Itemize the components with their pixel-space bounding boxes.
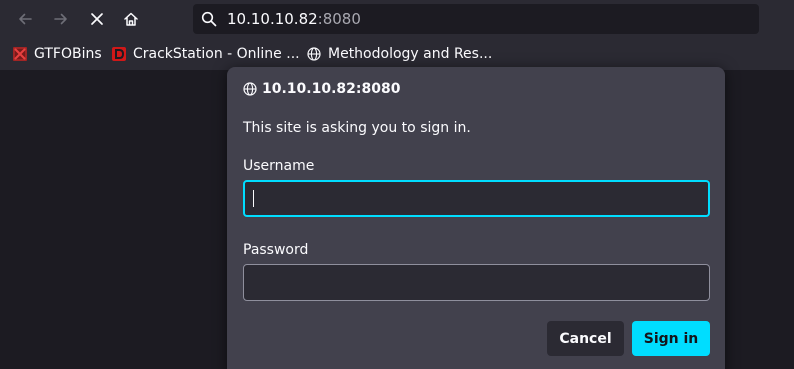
url-bar[interactable]: 10.10.10.82:8080 [193, 4, 759, 34]
username-label: Username [243, 158, 315, 174]
stop-button[interactable] [84, 6, 110, 32]
bookmark-crackstation[interactable]: CrackStation - Online ... [112, 45, 300, 63]
bookmarks-bar: GTFOBins CrackStation - Online ... Metho… [0, 38, 794, 70]
globe-icon [243, 82, 257, 96]
arrow-right-icon [54, 13, 67, 25]
auth-dialog: 10.10.10.82:8080 This site is asking you… [227, 67, 725, 369]
search-icon [201, 11, 217, 27]
forward-button[interactable] [48, 6, 74, 32]
url-port: :8080 [317, 10, 361, 28]
text-caret [253, 190, 254, 207]
home-icon [124, 12, 138, 26]
password-field[interactable] [243, 264, 710, 301]
password-label: Password [243, 242, 309, 258]
url-text[interactable]: 10.10.10.82:8080 [227, 10, 361, 28]
dialog-title-text: 10.10.10.82:8080 [262, 81, 401, 97]
browser-toolbar: 10.10.10.82:8080 [0, 0, 794, 38]
dialog-message: This site is asking you to sign in. [243, 120, 471, 136]
bookmark-label: Methodology and Res... [328, 46, 493, 62]
back-button[interactable] [12, 6, 38, 32]
globe-icon [307, 47, 321, 61]
bookmark-label: GTFOBins [34, 46, 102, 62]
bookmark-label: CrackStation - Online ... [133, 46, 300, 62]
username-field[interactable] [243, 180, 710, 217]
gtfobins-favicon [13, 47, 27, 61]
bookmark-methodology[interactable]: Methodology and Res... [307, 45, 492, 63]
cancel-button[interactable]: Cancel [547, 321, 624, 356]
dialog-title: 10.10.10.82:8080 [243, 81, 400, 97]
crackstation-favicon [112, 47, 126, 61]
bookmark-gtfobins[interactable]: GTFOBins [13, 45, 102, 63]
home-button[interactable] [118, 6, 144, 32]
close-icon [91, 13, 103, 25]
url-host: 10.10.10.82 [227, 10, 318, 28]
arrow-left-icon [19, 13, 32, 25]
sign-in-button[interactable]: Sign in [632, 321, 710, 356]
